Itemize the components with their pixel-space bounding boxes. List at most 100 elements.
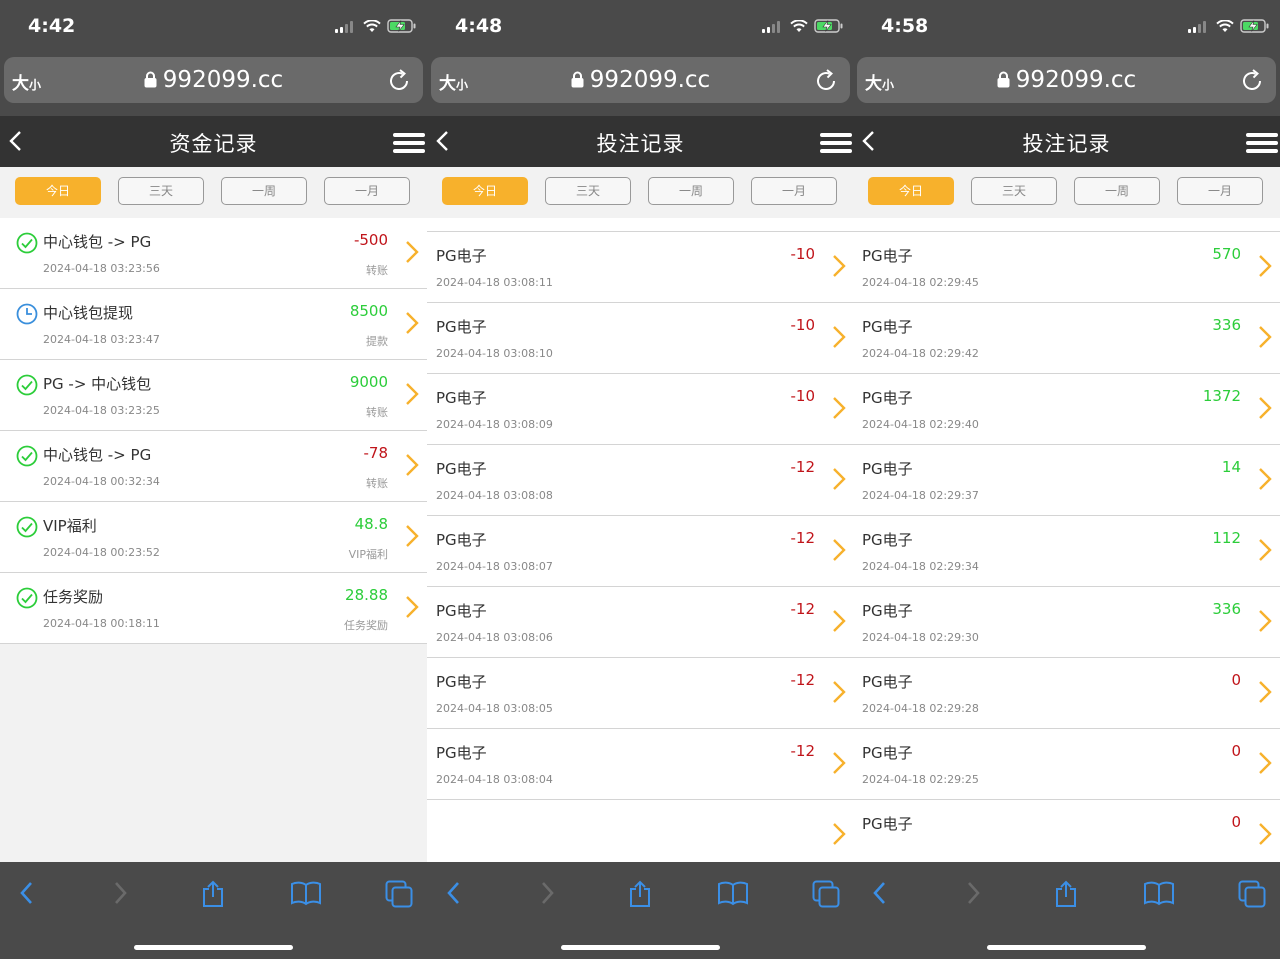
record-row[interactable]: PG电子2024-04-18 03:08:12-10: [427, 218, 854, 232]
chevron-right-icon[interactable]: [405, 524, 419, 552]
record-row[interactable]: PG电子 2024-04-18 03:08:04 -12: [427, 729, 854, 800]
bookmarks-icon[interactable]: [290, 880, 322, 910]
tabs-icon[interactable]: [1238, 880, 1266, 912]
filter-today-button[interactable]: 今日: [868, 177, 954, 205]
bookmarks-icon[interactable]: [1143, 880, 1175, 910]
chevron-right-icon[interactable]: [1258, 254, 1272, 282]
record-row[interactable]: 任务奖励 2024-04-18 00:18:11 28.88 任务奖励: [0, 573, 427, 644]
record-row[interactable]: PG电子 2024-04-18 03:08:07 -12: [427, 516, 854, 587]
record-list[interactable]: PG电子2024-04-18 03:08:12-10 PG电子 2024-04-18…: [427, 218, 854, 862]
url-display[interactable]: 992099.cc: [431, 67, 850, 94]
record-row[interactable]: PG电子 2024-04-18 02:29:34 112: [853, 516, 1280, 587]
record-name: PG电子: [862, 531, 913, 549]
record-row[interactable]: PG电子 2024-04-18 03:08:11 -10: [427, 232, 854, 303]
hamburger-menu-icon[interactable]: [1246, 133, 1278, 157]
address-field[interactable]: 大小 992099.cc: [431, 57, 850, 103]
filter-month-button[interactable]: 一月: [1177, 177, 1263, 205]
chevron-right-icon[interactable]: [1258, 396, 1272, 424]
url-display[interactable]: 992099.cc: [4, 67, 423, 94]
record-row[interactable]: PG电子 2024-04-18 03:08:06 -12: [427, 587, 854, 658]
chevron-right-icon[interactable]: [405, 595, 419, 623]
record-name: PG电子: [862, 247, 913, 265]
record-row[interactable]: PG电子 2024-04-18 02:29:40 1372: [853, 374, 1280, 445]
record-row[interactable]: PG电子2024-04-18 02:29:490: [853, 218, 1280, 232]
chevron-right-icon[interactable]: [405, 240, 419, 268]
chevron-right-icon[interactable]: [832, 467, 846, 495]
record-row[interactable]: 中心钱包 -> PG 2024-04-18 00:32:34 -78 转账: [0, 431, 427, 502]
chevron-right-icon[interactable]: [1258, 680, 1272, 708]
share-icon[interactable]: [627, 880, 653, 912]
chevron-right-icon[interactable]: [832, 751, 846, 779]
record-row[interactable]: [427, 800, 854, 862]
filter-month-button[interactable]: 一月: [324, 177, 410, 205]
address-field[interactable]: 大小 992099.cc: [857, 57, 1276, 103]
chevron-right-icon[interactable]: [832, 325, 846, 353]
record-row[interactable]: PG电子 2024-04-18 02:29:28 0: [853, 658, 1280, 729]
bookmarks-icon[interactable]: [717, 880, 749, 910]
browser-back-icon[interactable]: [17, 880, 37, 910]
share-icon[interactable]: [200, 880, 226, 912]
browser-forward-icon[interactable]: [110, 880, 130, 910]
browser-forward-icon[interactable]: [537, 880, 557, 910]
filter-3days-button[interactable]: 三天: [545, 177, 631, 205]
filter-month-button[interactable]: 一月: [751, 177, 837, 205]
browser-forward-icon[interactable]: [963, 880, 983, 910]
record-row[interactable]: 中心钱包提现 2024-04-18 03:23:47 8500 提款: [0, 289, 427, 360]
status-time: 4:48: [455, 15, 503, 37]
chevron-right-icon[interactable]: [832, 396, 846, 424]
chevron-right-icon[interactable]: [1258, 538, 1272, 566]
record-row[interactable]: PG电子 2024-04-18 02:29:37 14: [853, 445, 1280, 516]
chevron-right-icon[interactable]: [832, 822, 846, 850]
hamburger-menu-icon[interactable]: [393, 133, 425, 157]
record-row[interactable]: PG电子 2024-04-18 02:29:42 336: [853, 303, 1280, 374]
record-row[interactable]: PG电子 2024-04-18 03:08:08 -12: [427, 445, 854, 516]
app-navbar: 投注记录: [427, 116, 854, 167]
check-circle-icon: [16, 516, 38, 542]
chevron-right-icon[interactable]: [1258, 467, 1272, 495]
filter-week-button[interactable]: 一周: [1074, 177, 1160, 205]
filter-3days-button[interactable]: 三天: [118, 177, 204, 205]
share-icon[interactable]: [1053, 880, 1079, 912]
chevron-right-icon[interactable]: [1258, 325, 1272, 353]
filter-today-button[interactable]: 今日: [442, 177, 528, 205]
record-list[interactable]: PG电子2024-04-18 02:29:490 PG电子 2024-04-18 0…: [853, 218, 1280, 862]
record-row[interactable]: PG电子 0: [853, 800, 1280, 862]
filter-week-button[interactable]: 一周: [221, 177, 307, 205]
lock-icon: [571, 68, 584, 94]
reload-icon[interactable]: [1242, 68, 1264, 95]
address-field[interactable]: 大小 992099.cc: [4, 57, 423, 103]
wifi-icon: [790, 18, 808, 37]
chevron-right-icon[interactable]: [1258, 751, 1272, 779]
chevron-right-icon[interactable]: [405, 382, 419, 410]
chevron-right-icon[interactable]: [832, 680, 846, 708]
record-row[interactable]: PG电子 2024-04-18 02:29:45 570: [853, 232, 1280, 303]
chevron-right-icon[interactable]: [1258, 609, 1272, 637]
record-row[interactable]: PG -> 中心钱包 2024-04-18 03:23:25 9000 转账: [0, 360, 427, 431]
record-row[interactable]: PG电子 2024-04-18 03:08:05 -12: [427, 658, 854, 729]
browser-back-icon[interactable]: [444, 880, 464, 910]
chevron-right-icon[interactable]: [405, 311, 419, 339]
chevron-right-icon[interactable]: [832, 254, 846, 282]
reload-icon[interactable]: [389, 68, 411, 95]
chevron-right-icon[interactable]: [1258, 822, 1272, 850]
record-list[interactable]: 中心钱包 -> PG 2024-04-18 03:23:56 -500 转账 中心钱包提…: [0, 218, 427, 862]
reload-icon[interactable]: [816, 68, 838, 95]
record-row[interactable]: PG电子 2024-04-18 03:08:10 -10: [427, 303, 854, 374]
filter-today-button[interactable]: 今日: [15, 177, 101, 205]
url-display[interactable]: 992099.cc: [857, 67, 1276, 94]
record-row[interactable]: 中心钱包 -> PG 2024-04-18 03:23:56 -500 转账: [0, 218, 427, 289]
chevron-right-icon[interactable]: [832, 538, 846, 566]
hamburger-menu-icon[interactable]: [820, 133, 852, 157]
record-row[interactable]: PG电子 2024-04-18 02:29:30 336: [853, 587, 1280, 658]
filter-week-button[interactable]: 一周: [648, 177, 734, 205]
record-type: 转账: [366, 264, 388, 277]
record-row[interactable]: VIP福利 2024-04-18 00:23:52 48.8 VIP福利: [0, 502, 427, 573]
chevron-right-icon[interactable]: [405, 453, 419, 481]
tabs-icon[interactable]: [812, 880, 840, 912]
filter-3days-button[interactable]: 三天: [971, 177, 1057, 205]
tabs-icon[interactable]: [385, 880, 413, 912]
browser-back-icon[interactable]: [870, 880, 890, 910]
record-row[interactable]: PG电子 2024-04-18 02:29:25 0: [853, 729, 1280, 800]
chevron-right-icon[interactable]: [832, 609, 846, 637]
record-row[interactable]: PG电子 2024-04-18 03:08:09 -10: [427, 374, 854, 445]
